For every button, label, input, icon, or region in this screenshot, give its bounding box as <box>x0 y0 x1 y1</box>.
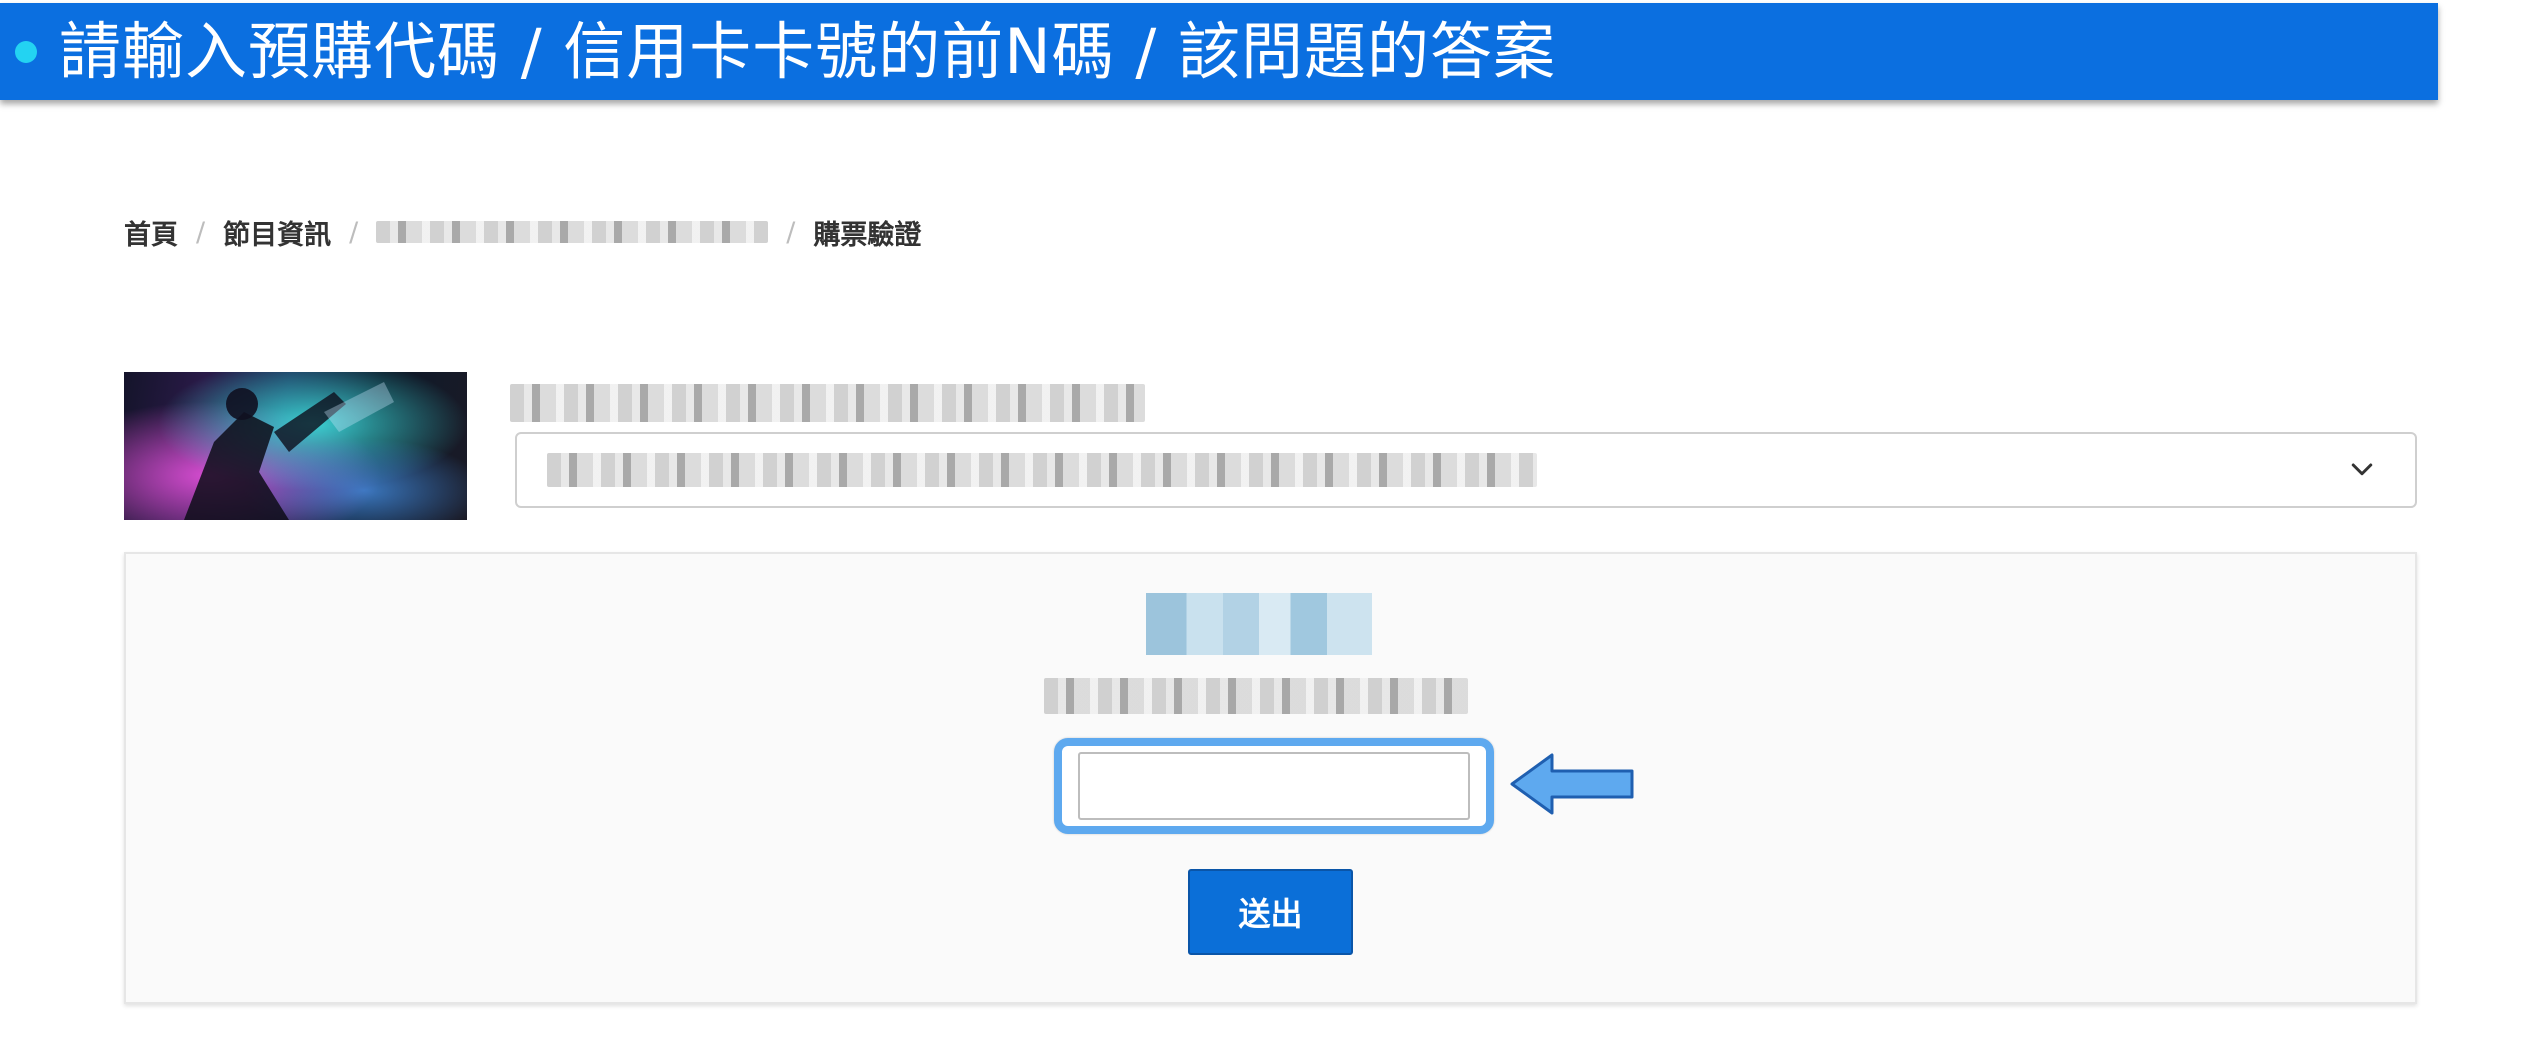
instruction-text: 請輸入預購代碼 / 信用卡卡號的前N碼 / 該問題的答案 <box>59 14 1556 88</box>
breadcrumb-separator: / <box>786 216 796 248</box>
event-title-redacted <box>510 384 1145 422</box>
breadcrumb-program-info[interactable]: 節目資訊 <box>223 213 331 252</box>
chevron-down-icon[interactable] <box>2347 455 2377 485</box>
breadcrumb-separator: / <box>196 216 206 248</box>
instruction-banner: 請輸入預購代碼 / 信用卡卡號的前N碼 / 該問題的答案 <box>0 3 2438 100</box>
event-thumbnail <box>124 372 467 520</box>
breadcrumb: 首頁 / 節目資訊 / / 購票驗證 <box>124 212 921 252</box>
session-select[interactable] <box>515 432 2417 508</box>
bullet-icon <box>15 40 37 63</box>
session-select-value-redacted <box>547 453 1537 487</box>
verification-code-input[interactable] <box>1078 752 1470 820</box>
breadcrumb-home[interactable]: 首頁 <box>124 213 178 252</box>
submit-button[interactable]: 送出 <box>1188 869 1353 955</box>
breadcrumb-separator: / <box>349 216 359 248</box>
breadcrumb-verification: 購票驗證 <box>813 219 922 251</box>
arrow-left-icon <box>1510 753 1634 815</box>
code-input-highlight <box>1054 738 1494 834</box>
event-thumbnail-art <box>124 372 467 520</box>
verification-heading-redacted <box>1146 593 1372 655</box>
verification-question-redacted <box>1044 678 1468 714</box>
breadcrumb-event-name-redacted[interactable] <box>376 221 769 243</box>
